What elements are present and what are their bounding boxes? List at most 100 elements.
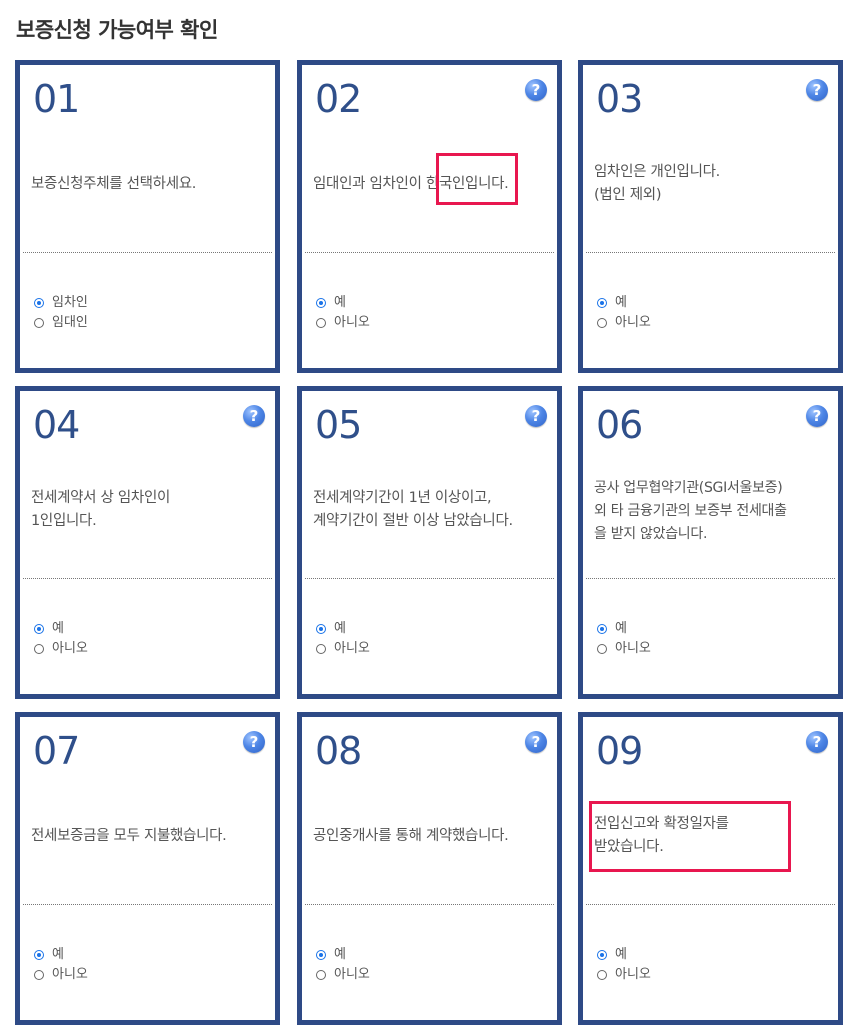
option-label: 아니오 [52, 641, 88, 656]
divider [305, 578, 554, 579]
option-label: 예 [52, 621, 64, 636]
help-icon[interactable]: ? [806, 405, 828, 427]
card-question: 전세보증금을 모두 지불했습니다. [31, 825, 271, 848]
option-label: 예 [334, 295, 346, 310]
radio-checked-icon[interactable] [34, 298, 44, 308]
divider [23, 578, 272, 579]
radio-checked-icon[interactable] [316, 624, 326, 634]
card-number: 09 [596, 729, 643, 773]
option-label: 예 [52, 947, 64, 962]
card-number: 01 [33, 77, 80, 121]
divider [305, 904, 554, 905]
radio-option[interactable]: 예 [316, 945, 370, 965]
radio-unchecked-icon[interactable] [597, 644, 607, 654]
radio-unchecked-icon[interactable] [34, 644, 44, 654]
help-icon[interactable]: ? [243, 731, 265, 753]
card-question: 전세계약서 상 임차인이 1인입니다. [31, 487, 271, 533]
radio-option[interactable]: 아니오 [34, 639, 88, 659]
question-line: 을 받지 않았습니다. [594, 526, 708, 542]
question-line: 공사 업무협약기관(SGI서울보증) [594, 480, 783, 496]
radio-checked-icon[interactable] [34, 624, 44, 634]
option-label: 예 [334, 621, 346, 636]
radio-option[interactable]: 예 [597, 619, 651, 639]
radio-checked-icon[interactable] [597, 298, 607, 308]
radio-checked-icon[interactable] [597, 950, 607, 960]
question-line: 전세계약기간이 1년 이상이고, [313, 490, 492, 506]
option-label: 예 [615, 621, 627, 636]
card-number: 07 [33, 729, 80, 773]
radio-option[interactable]: 임차인 [34, 293, 88, 313]
card-question: 공인중개사를 통해 계약했습니다. [313, 825, 553, 848]
help-icon[interactable]: ? [525, 405, 547, 427]
card-03: 03 ? 임차인은 개인입니다. (법인 제외) 예 아니오 [578, 60, 843, 373]
radio-option[interactable]: 임대인 [34, 313, 88, 333]
option-label: 아니오 [615, 967, 651, 982]
card-01: 01 보증신청주체를 선택하세요. 임차인 임대인 [15, 60, 280, 373]
question-line: 보증신청주체를 선택하세요. [31, 176, 197, 192]
radio-option[interactable]: 예 [316, 619, 370, 639]
radio-option[interactable]: 아니오 [34, 965, 88, 985]
card-question: 임대인과 임차인이 한국인입니다. [313, 173, 553, 196]
divider [586, 904, 835, 905]
option-label: 아니오 [615, 641, 651, 656]
help-icon[interactable]: ? [806, 79, 828, 101]
radio-option[interactable]: 아니오 [597, 965, 651, 985]
radio-option[interactable]: 아니오 [316, 965, 370, 985]
radio-checked-icon[interactable] [34, 950, 44, 960]
page-title: 보증신청 가능여부 확인 [16, 18, 218, 42]
radio-unchecked-icon[interactable] [316, 644, 326, 654]
question-line: (법인 제외) [594, 187, 662, 203]
option-label: 아니오 [52, 967, 88, 982]
option-label: 아니오 [615, 315, 651, 330]
radio-group: 예 아니오 [316, 945, 370, 985]
card-question: 임차인은 개인입니다. (법인 제외) [594, 161, 834, 207]
radio-group: 예 아니오 [597, 619, 651, 659]
radio-group: 예 아니오 [316, 619, 370, 659]
divider [305, 252, 554, 253]
radio-unchecked-icon[interactable] [597, 970, 607, 980]
card-number: 02 [315, 77, 362, 121]
card-question: 공사 업무협약기관(SGI서울보증) 외 타 금융기관의 보증부 전세대출 을 … [594, 477, 834, 546]
question-line: 전세계약서 상 임차인이 [31, 490, 171, 506]
radio-option[interactable]: 아니오 [597, 313, 651, 333]
card-04: 04 ? 전세계약서 상 임차인이 1인입니다. 예 아니오 [15, 386, 280, 699]
radio-unchecked-icon[interactable] [34, 318, 44, 328]
card-number: 04 [33, 403, 80, 447]
question-line: 1인입니다. [31, 513, 97, 529]
radio-option[interactable]: 예 [597, 945, 651, 965]
question-line: 전입신고와 확정일자를 [594, 816, 729, 832]
radio-unchecked-icon[interactable] [316, 318, 326, 328]
option-label: 예 [615, 295, 627, 310]
radio-checked-icon[interactable] [316, 298, 326, 308]
card-number: 03 [596, 77, 643, 121]
radio-unchecked-icon[interactable] [34, 970, 44, 980]
radio-option[interactable]: 예 [34, 945, 88, 965]
card-06: 06 ? 공사 업무협약기관(SGI서울보증) 외 타 금융기관의 보증부 전세… [578, 386, 843, 699]
card-07: 07 ? 전세보증금을 모두 지불했습니다. 예 아니오 [15, 712, 280, 1025]
radio-checked-icon[interactable] [597, 624, 607, 634]
radio-unchecked-icon[interactable] [316, 970, 326, 980]
card-number: 05 [315, 403, 362, 447]
card-question: 전입신고와 확정일자를 받았습니다. [594, 813, 834, 859]
help-icon[interactable]: ? [525, 79, 547, 101]
card-number: 06 [596, 403, 643, 447]
question-line: 공인중개사를 통해 계약했습니다. [313, 828, 509, 844]
card-05: 05 ? 전세계약기간이 1년 이상이고, 계약기간이 절반 이상 남았습니다.… [297, 386, 562, 699]
option-label: 아니오 [334, 967, 370, 982]
divider [586, 252, 835, 253]
radio-group: 예 아니오 [597, 293, 651, 333]
radio-option[interactable]: 아니오 [316, 639, 370, 659]
option-label: 아니오 [334, 315, 370, 330]
radio-option[interactable]: 아니오 [316, 313, 370, 333]
radio-option[interactable]: 예 [597, 293, 651, 313]
help-icon[interactable]: ? [806, 731, 828, 753]
radio-option[interactable]: 예 [34, 619, 88, 639]
question-line: 임대인과 임차인이 한국인입니다. [313, 176, 509, 192]
card-09: 09 ? 전입신고와 확정일자를 받았습니다. 예 아니오 [578, 712, 843, 1025]
help-icon[interactable]: ? [243, 405, 265, 427]
radio-unchecked-icon[interactable] [597, 318, 607, 328]
radio-option[interactable]: 예 [316, 293, 370, 313]
radio-checked-icon[interactable] [316, 950, 326, 960]
help-icon[interactable]: ? [525, 731, 547, 753]
radio-option[interactable]: 아니오 [597, 639, 651, 659]
